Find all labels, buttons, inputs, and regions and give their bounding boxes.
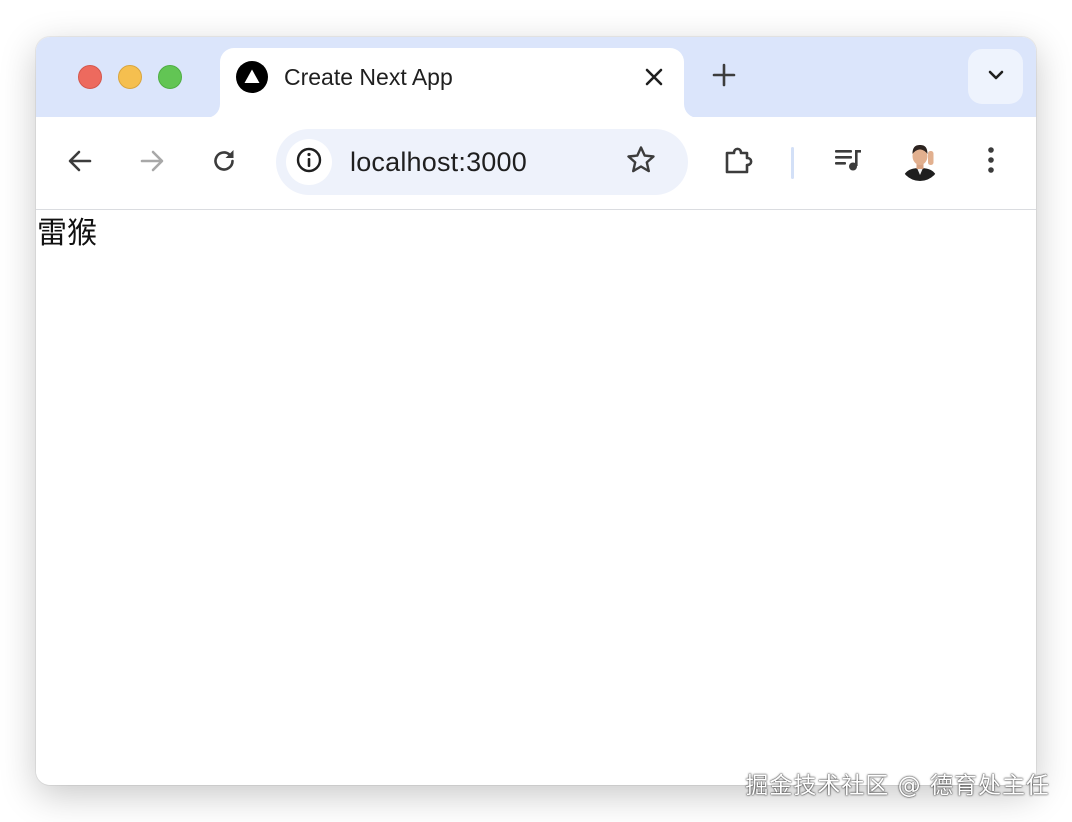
toolbar-divider <box>791 147 794 179</box>
browser-window: Create Next App localhost:3000 雷猴 <box>36 37 1036 785</box>
reload-icon <box>210 147 238 180</box>
nextjs-triangle-icon <box>236 61 268 93</box>
chrome-menu-button[interactable] <box>971 142 1011 182</box>
browser-toolbar: localhost:3000 <box>36 117 1036 210</box>
window-maximize-button[interactable] <box>158 65 182 89</box>
site-info-button[interactable] <box>286 139 332 185</box>
watermark: 掘金技术社区 @ 德育处主任 <box>745 773 1050 799</box>
url-text[interactable]: localhost:3000 <box>350 146 527 178</box>
address-bar[interactable]: localhost:3000 <box>276 129 688 195</box>
tab-strip: Create Next App <box>36 37 1036 118</box>
tab-title: Create Next App <box>284 64 453 90</box>
new-tab-button[interactable] <box>706 59 742 95</box>
plus-icon <box>712 63 736 92</box>
extensions-button[interactable] <box>720 142 760 182</box>
profile-avatar[interactable] <box>900 141 940 181</box>
screenshot: Create Next App localhost:3000 雷猴 掘金技术社区… <box>0 0 1072 822</box>
queue-music-icon <box>832 144 864 181</box>
tab-create-next-app[interactable]: Create Next App <box>220 48 684 118</box>
page-text: 雷猴 <box>37 216 97 251</box>
star-icon <box>625 144 657 181</box>
chevron-down-icon <box>987 68 1005 86</box>
reload-button[interactable] <box>204 143 244 183</box>
window-minimize-button[interactable] <box>118 65 142 89</box>
media-controls-button[interactable] <box>828 142 868 182</box>
back-button[interactable] <box>60 143 100 183</box>
tab-search-button[interactable] <box>968 49 1023 104</box>
puzzle-icon <box>723 143 757 182</box>
page-content: 雷猴 <box>36 210 1036 785</box>
arrow-left-icon <box>66 147 94 180</box>
forward-button[interactable] <box>132 143 172 183</box>
info-icon <box>295 146 323 179</box>
bookmark-button[interactable] <box>622 143 660 181</box>
arrow-right-icon <box>138 147 166 180</box>
more-vert-icon <box>985 144 997 181</box>
window-close-button[interactable] <box>78 65 102 89</box>
close-icon[interactable] <box>638 61 670 93</box>
